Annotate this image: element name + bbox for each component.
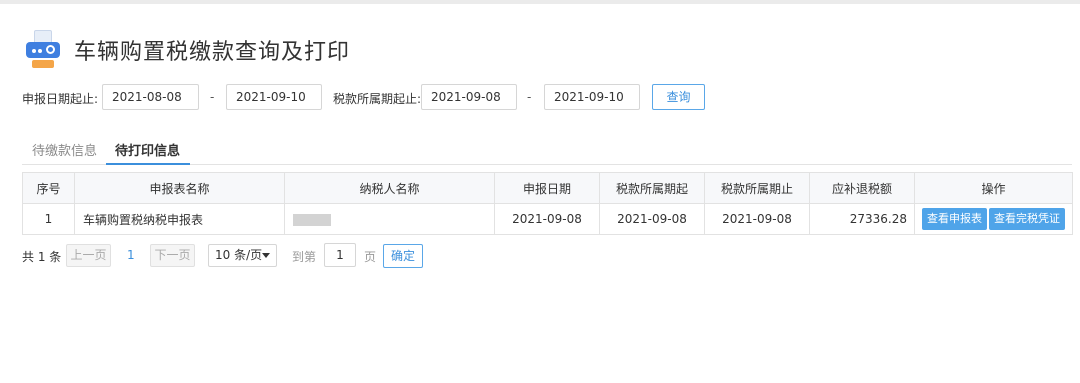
results-table: 序号 申报表名称 纳税人名称 申报日期 税款所属期起 税款所属期止 应补退税额 …: [22, 172, 1073, 235]
printer-search-icon: [24, 30, 62, 70]
table-row: 1 车辆购置税纳税申报表 2021-09-08 2021-09-08 2021-…: [22, 203, 1073, 235]
amount-cell: 27336.28: [809, 203, 915, 235]
filter-bar: 申报日期起止: 2021-08-08 - 2021-09-10 税款所属期起止:…: [22, 84, 742, 110]
tax-start-input[interactable]: 2021-09-08: [421, 84, 517, 110]
column-header: 申报日期: [494, 172, 600, 204]
tab-pending-payment[interactable]: 待缴款信息: [32, 140, 97, 159]
form-name-cell: 车辆购置税纳税申报表: [74, 203, 285, 235]
taxpayer-cell: [284, 203, 495, 235]
current-page[interactable]: 1: [127, 248, 135, 262]
total-count: 共 1 条: [22, 250, 62, 264]
page-header: 车辆购置税缴款查询及打印: [24, 28, 350, 72]
actions-cell: 查看申报表 查看完税凭证: [914, 203, 1073, 235]
chevron-down-icon: [262, 253, 270, 258]
date-separator: -: [527, 90, 532, 104]
row-index: 1: [22, 203, 75, 235]
column-header: 操作: [914, 172, 1073, 204]
declare-date-label: 申报日期起止:: [22, 92, 99, 106]
page-title: 车辆购置税缴款查询及打印: [74, 40, 351, 65]
prev-page-button[interactable]: 上一页: [66, 244, 111, 267]
declare-date-cell: 2021-09-08: [494, 203, 600, 235]
tab-pending-print[interactable]: 待打印信息: [115, 140, 180, 159]
top-divider: [0, 0, 1080, 4]
goto-page-input[interactable]: 1: [324, 243, 356, 267]
redacted-taxpayer-name: [293, 213, 331, 226]
view-form-button[interactable]: 查看申报表: [922, 208, 987, 230]
declare-start-input[interactable]: 2021-08-08: [102, 84, 199, 110]
column-header: 应补退税额: [809, 172, 915, 204]
period-start-cell: 2021-09-08: [599, 203, 705, 235]
column-header: 纳税人名称: [284, 172, 495, 204]
active-tab-indicator: [106, 163, 190, 165]
column-header: 序号: [22, 172, 75, 204]
next-page-button[interactable]: 下一页: [150, 244, 195, 267]
column-header: 申报表名称: [74, 172, 285, 204]
goto-label: 到第: [292, 250, 317, 264]
column-header: 税款所属期起: [599, 172, 705, 204]
pagination: 共 1 条 上一页 1 下一页 10 条/页 到第 1 页 确定: [22, 242, 442, 268]
query-button[interactable]: 查询: [652, 84, 705, 110]
view-tax-certificate-button[interactable]: 查看完税凭证: [989, 208, 1065, 230]
column-header: 税款所属期止: [704, 172, 810, 204]
table-header-row: 序号 申报表名称 纳税人名称 申报日期 税款所属期起 税款所属期止 应补退税额 …: [22, 172, 1073, 204]
tab-bar: 待缴款信息 待打印信息: [22, 132, 1072, 165]
page-size-select[interactable]: 10 条/页: [208, 244, 277, 267]
period-end-cell: 2021-09-08: [704, 203, 810, 235]
tax-end-input[interactable]: 2021-09-10: [544, 84, 640, 110]
page-unit-label: 页: [364, 250, 377, 264]
goto-confirm-button[interactable]: 确定: [383, 244, 423, 268]
tax-period-label: 税款所属期起止:: [333, 92, 422, 106]
date-separator: -: [210, 90, 215, 104]
page-size-value: 10 条/页: [215, 248, 263, 262]
declare-end-input[interactable]: 2021-09-10: [226, 84, 322, 110]
